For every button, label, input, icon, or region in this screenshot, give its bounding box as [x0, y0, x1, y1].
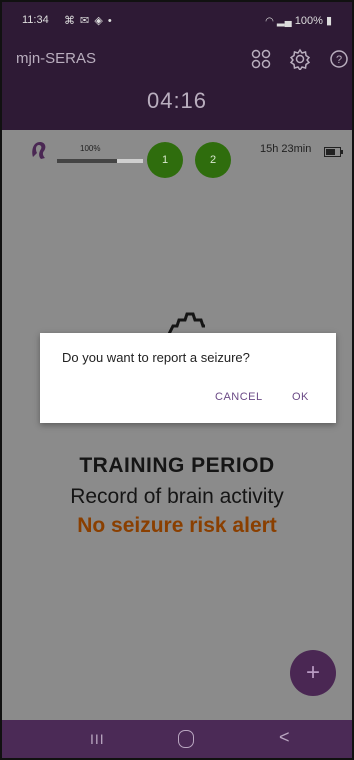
- system-nav-bar: III <: [2, 720, 352, 758]
- battery-percent: 100%: [294, 15, 323, 27]
- battery-status-icon: ▮: [325, 15, 332, 27]
- signal-progress-fill: [57, 159, 118, 163]
- device-status-row: 100% 1 2 15h 23min: [2, 130, 352, 190]
- battery-icon: [324, 144, 344, 162]
- battery-remaining: 15h 23min: [260, 143, 312, 155]
- help-icon[interactable]: ?: [328, 48, 350, 70]
- signal-icon: ▂▄: [276, 16, 292, 27]
- seizure-alert-status: No seizure risk alert: [77, 514, 277, 537]
- status-time: 11:34: [22, 14, 49, 26]
- cancel-button[interactable]: CANCEL: [215, 391, 263, 403]
- notification-icons: ⌘ ✉ ◈ •: [64, 15, 113, 27]
- ok-button[interactable]: OK: [292, 391, 309, 403]
- home-button[interactable]: [178, 730, 194, 748]
- app-title: mjn-SERAS: [16, 50, 97, 67]
- recents-button[interactable]: III: [90, 731, 105, 747]
- phone-screen: 11:34 ⌘ ✉ ◈ • ◠ ▂▄ 100% ▮ mjn-SERAS ? 04…: [0, 0, 354, 760]
- add-button[interactable]: +: [290, 650, 336, 696]
- training-subtitle: Record of brain activity: [70, 485, 284, 508]
- status-right: ◠ ▂▄ 100% ▮: [265, 14, 332, 27]
- training-period-title: TRAINING PERIOD: [79, 454, 275, 477]
- ear-device-icon: [29, 139, 49, 166]
- channel-2-indicator[interactable]: 2: [195, 142, 231, 178]
- signal-progress-bar: [57, 159, 143, 163]
- back-button[interactable]: <: [279, 727, 290, 748]
- session-timer: 04:16: [146, 88, 208, 113]
- grid-icon[interactable]: [250, 48, 272, 70]
- channel-1-indicator[interactable]: 1: [147, 142, 183, 178]
- gear-icon[interactable]: [289, 48, 311, 72]
- main-content: 100% 1 2 15h 23min TRAINING PERIOD Recor…: [2, 130, 352, 720]
- wifi-icon: ◠: [265, 16, 274, 27]
- svg-text:?: ?: [336, 54, 342, 66]
- status-bar: 11:34 ⌘ ✉ ◈ • ◠ ▂▄ 100% ▮: [2, 2, 352, 38]
- dialog-message: Do you want to report a seizure?: [62, 350, 250, 365]
- report-seizure-dialog: Do you want to report a seizure? CANCEL …: [40, 333, 336, 423]
- app-bar: mjn-SERAS ? 04:16: [2, 38, 352, 130]
- signal-percent-label: 100%: [80, 144, 101, 153]
